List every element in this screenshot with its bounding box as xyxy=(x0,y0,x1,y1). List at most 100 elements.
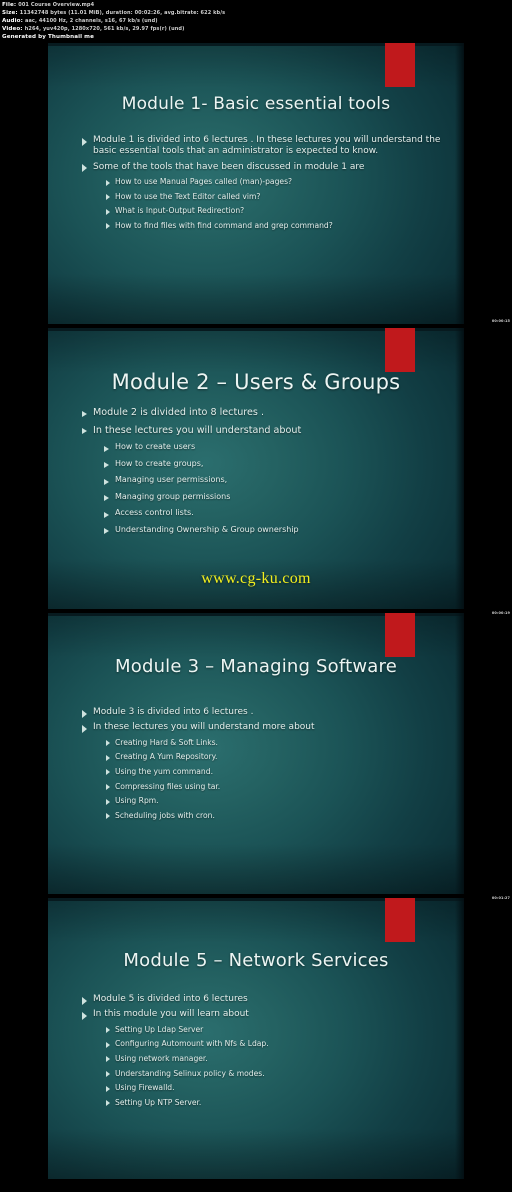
bullet-item: Module 2 is divided into 8 lectures . xyxy=(82,407,448,419)
triangle-bullet-icon xyxy=(106,223,110,230)
triangle-bullet-icon xyxy=(106,798,110,805)
sub-bullet-item: Compressing files using tar. xyxy=(106,782,448,792)
triangle-bullet-icon xyxy=(106,1027,110,1034)
metadata-size-value: 11342748 bytes (11.01 MiB), duration: 00… xyxy=(19,10,226,16)
metadata-line-size: Size: 11342748 bytes (11.01 MiB), durati… xyxy=(2,9,512,17)
sub-bullet-item: Using the yum command. xyxy=(106,767,448,777)
triangle-bullet-icon xyxy=(82,709,87,718)
triangle-bullet-icon xyxy=(104,528,109,534)
thumbnail-slide-4[interactable]: Module 5 – Network Services Module 5 is … xyxy=(48,898,464,1179)
bullet-text: Some of the tools that have been discuss… xyxy=(93,161,365,172)
sub-bullet-item: Using network manager. xyxy=(106,1054,448,1064)
slide-bullet-list: Module 3 is divided into 6 lectures . In… xyxy=(82,693,448,825)
sub-bullet-item: Managing user permissions, xyxy=(104,475,448,485)
slide-bullet-list: Module 5 is divided into 6 lectures In t… xyxy=(82,994,448,1112)
bullet-text: Setting Up NTP Server. xyxy=(115,1097,202,1107)
triangle-bullet-icon xyxy=(106,769,110,776)
sub-bullet-item: Setting Up Ldap Server xyxy=(106,1025,448,1035)
sub-bullet-item: Creating Hard & Soft Links. xyxy=(106,738,448,748)
bullet-text: Using the yum command. xyxy=(115,767,213,776)
sub-bullet-item: Understanding Ownership & Group ownershi… xyxy=(104,525,448,535)
bullet-item: Module 5 is divided into 6 lectures xyxy=(82,994,448,1005)
bullet-text: Using network manager. xyxy=(115,1054,208,1063)
sub-bullet-item: How to create users xyxy=(104,442,448,452)
slide-bullet-list: Module 2 is divided into 8 lectures . In… xyxy=(82,407,448,541)
triangle-bullet-icon xyxy=(82,137,87,146)
triangle-bullet-icon xyxy=(104,478,109,485)
triangle-bullet-icon xyxy=(106,194,110,201)
thumbnail-slide-3[interactable]: Module 3 – Managing Software Module 3 is… xyxy=(48,613,464,894)
metadata-audio-value: aac, 44100 Hz, 2 channels, s16, 67 kb/s … xyxy=(24,18,158,24)
bullet-text: In these lectures you will understand ab… xyxy=(93,424,302,436)
bullet-text: Module 1 is divided into 6 lectures . In… xyxy=(93,135,441,157)
slide-content: Module 2 – Users & Groups Module 2 is di… xyxy=(48,328,464,609)
bullet-text: Module 2 is divided into 8 lectures . xyxy=(93,407,265,418)
bullet-text: In these lectures you will understand mo… xyxy=(93,722,315,733)
bullet-text: Module 3 is divided into 6 lectures . xyxy=(93,707,254,717)
triangle-bullet-icon xyxy=(82,428,87,434)
sub-bullet-item: Setting Up NTP Server. xyxy=(106,1098,448,1108)
bullet-item: Module 1 is divided into 6 lectures . In… xyxy=(82,135,448,158)
bullet-text: How to find files with find command and … xyxy=(115,221,333,230)
triangle-bullet-icon xyxy=(106,208,110,215)
triangle-bullet-icon xyxy=(106,1100,110,1107)
slide-content: Module 1- Basic essential tools Module 1… xyxy=(48,43,464,324)
sub-bullet-item: What is Input-Output Redirection? xyxy=(106,206,448,216)
triangle-bullet-icon xyxy=(82,410,87,417)
metadata-video-value: h264, yuv420p, 1280x720, 561 kb/s, 29.97… xyxy=(24,26,185,32)
sub-bullet-item: Creating A Yum Repository. xyxy=(106,752,448,762)
bullet-text: Access control lists. xyxy=(115,508,194,517)
sub-bullet-item: Using Rpm. xyxy=(106,796,448,806)
metadata-audio-label: Audio: xyxy=(2,18,23,24)
bullet-text: In this module you will learn about xyxy=(93,1009,249,1020)
sub-bullet-item: Using Firewalld. xyxy=(106,1083,448,1093)
triangle-bullet-icon xyxy=(106,1070,110,1077)
triangle-bullet-icon xyxy=(106,754,110,761)
metadata-line-file: File: 001 Course Overview.mp4 xyxy=(2,1,512,9)
thumbnail-slide-2[interactable]: Module 2 – Users & Groups Module 2 is di… xyxy=(48,328,464,609)
slide-title: Module 5 – Network Services xyxy=(123,950,389,971)
triangle-bullet-icon xyxy=(104,462,109,468)
sub-bullet-item: How to use Manual Pages called (man)-pag… xyxy=(106,177,448,187)
sub-bullet-item: How to use the Text Editor called vim? xyxy=(106,192,448,202)
bullet-text: Configuring Automount with Nfs & Ldap. xyxy=(115,1039,269,1049)
bullet-text: How to use the Text Editor called vim? xyxy=(115,191,261,201)
bullet-text: Using Firewalld. xyxy=(115,1083,175,1093)
metadata-file-label: File: xyxy=(2,2,17,8)
sub-bullet-item: Configuring Automount with Nfs & Ldap. xyxy=(106,1039,448,1049)
sub-bullet-item: Access control lists. xyxy=(104,508,448,518)
triangle-bullet-icon xyxy=(106,179,110,186)
triangle-bullet-icon xyxy=(106,740,110,747)
metadata-line-video: Video: h264, yuv420p, 1280x720, 561 kb/s… xyxy=(2,25,512,33)
slide-content: Module 5 – Network Services Module 5 is … xyxy=(48,898,464,1179)
bullet-text: Setting Up Ldap Server xyxy=(115,1024,204,1034)
metadata-line-audio: Audio: aac, 44100 Hz, 2 channels, s16, 6… xyxy=(2,17,512,25)
site-watermark: www.cg-ku.com xyxy=(201,570,311,587)
bullet-text: Using Rpm. xyxy=(115,796,159,806)
thumbnail-timestamp: 00:00:19 xyxy=(491,611,510,615)
triangle-bullet-icon xyxy=(82,996,87,1005)
slide-title: Module 1- Basic essential tools xyxy=(121,94,391,114)
thumbnail-timestamp: 00:01:27 xyxy=(491,896,510,900)
bullet-text: Creating A Yum Repository. xyxy=(115,752,218,762)
video-metadata-header: File: 001 Course Overview.mp4 Size: 1134… xyxy=(0,0,512,40)
slide-title: Module 2 – Users & Groups xyxy=(111,370,401,394)
thumbnail-timestamp: 00:00:15 xyxy=(491,319,510,323)
bullet-text: Creating Hard & Soft Links. xyxy=(115,737,218,747)
bullet-item: In these lectures you will understand mo… xyxy=(82,722,448,733)
triangle-bullet-icon xyxy=(82,164,87,173)
bullet-text: Compressing files using tar. xyxy=(115,781,221,791)
bullet-item: Module 3 is divided into 6 lectures . xyxy=(82,707,448,718)
thumbnail-slide-1[interactable]: Module 1- Basic essential tools Module 1… xyxy=(48,43,464,324)
metadata-size-label: Size: xyxy=(2,10,18,16)
bullet-text: How to create groups, xyxy=(115,458,204,468)
slide-content: Module 3 – Managing Software Module 3 is… xyxy=(48,613,464,894)
bullet-text: Managing group permissions xyxy=(115,491,231,501)
triangle-bullet-icon xyxy=(106,1041,110,1048)
slide-bullet-list: Module 1 is divided into 6 lectures . In… xyxy=(82,135,448,236)
bullet-text: Module 5 is divided into 6 lectures xyxy=(93,994,248,1004)
thumbnail-grid: Module 1- Basic essential tools Module 1… xyxy=(0,40,512,1192)
bullet-item: In this module you will learn about xyxy=(82,1009,448,1020)
triangle-bullet-icon xyxy=(106,783,110,790)
bullet-text: Understanding Selinux policy & modes. xyxy=(115,1068,265,1078)
